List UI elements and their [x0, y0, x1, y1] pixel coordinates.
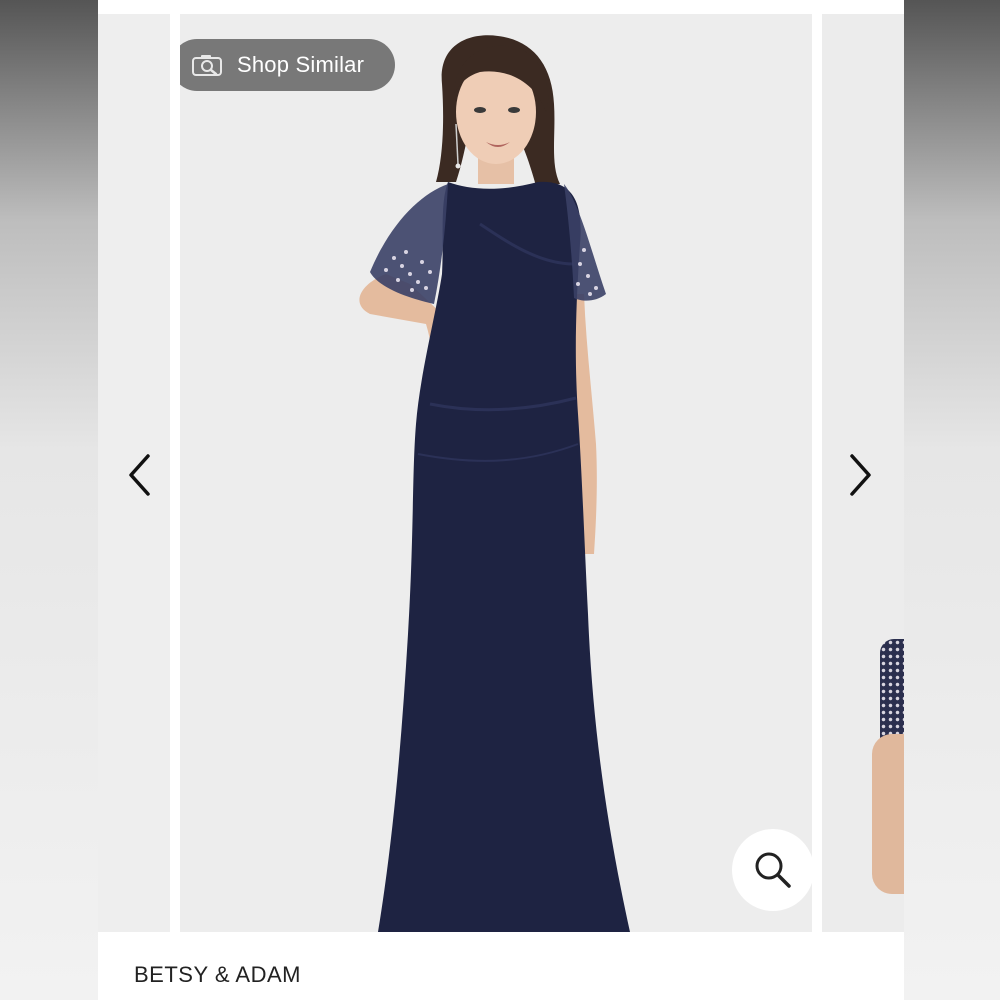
brand-name[interactable]: BETSY & ADAM	[134, 962, 301, 988]
magnifier-icon	[755, 852, 791, 888]
camera-search-icon	[192, 55, 222, 76]
top-bar	[98, 0, 904, 14]
model-in-gown-photo	[359, 35, 630, 932]
shop-similar-button[interactable]: Shop Similar	[180, 39, 395, 91]
product-image-main[interactable]: Shop Similar	[180, 14, 812, 932]
zoom-button[interactable]	[732, 829, 812, 911]
product-gallery-frame: Shop Similar BETSY & ADAM	[98, 0, 904, 1000]
chevron-left-icon	[129, 454, 150, 496]
next-slide-arm-detail	[872, 734, 904, 894]
previous-image-button[interactable]	[120, 452, 160, 498]
chevron-right-icon	[850, 454, 871, 496]
product-info-bar: BETSY & ADAM	[98, 932, 904, 1000]
shop-similar-label: Shop Similar	[237, 52, 365, 77]
next-image-button[interactable]	[840, 452, 880, 498]
